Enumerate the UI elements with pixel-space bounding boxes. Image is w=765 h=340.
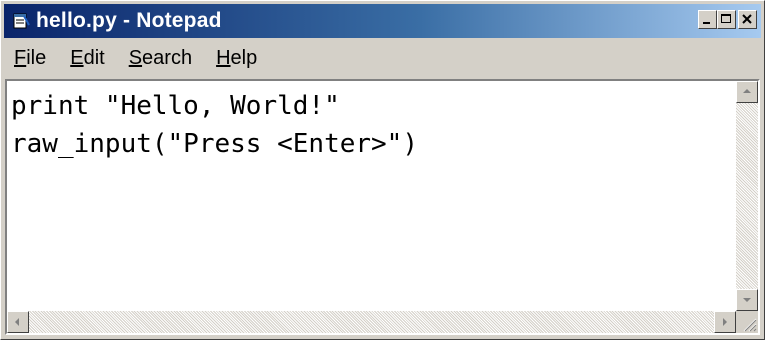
menu-file-label: ile	[26, 46, 47, 69]
menu-search[interactable]: Search	[129, 47, 192, 70]
menu-help-mnemonic: H	[216, 46, 231, 69]
vertical-scrollbar[interactable]	[736, 81, 758, 311]
menu-file-mnemonic: F	[14, 46, 27, 69]
menu-edit[interactable]: Edit	[70, 47, 104, 70]
arrow-down-icon	[743, 298, 751, 302]
text-editor[interactable]: print "Hello, World!" raw_input("Press <…	[5, 79, 760, 335]
menu-search-label: earch	[142, 46, 193, 69]
maximize-button[interactable]	[717, 10, 736, 29]
resize-grip[interactable]	[736, 311, 758, 333]
menu-edit-label: dit	[83, 46, 105, 69]
window-controls	[698, 10, 757, 29]
menu-search-mnemonic: S	[128, 46, 143, 69]
resize-grip-icon	[743, 318, 757, 332]
arrow-left-icon	[15, 318, 19, 326]
title-bar[interactable]: hello.py - Notepad	[4, 4, 761, 38]
menu-edit-mnemonic: E	[70, 46, 84, 69]
menu-help-label: elp	[230, 46, 258, 69]
scroll-down-button[interactable]	[736, 289, 758, 311]
minimize-icon	[703, 22, 710, 24]
notepad-icon[interactable]	[12, 12, 30, 30]
scroll-right-button[interactable]	[714, 311, 736, 333]
close-icon	[742, 14, 752, 24]
menu-bar: File Edit Search Help	[4, 41, 761, 75]
scroll-left-button[interactable]	[7, 311, 29, 333]
minimize-button[interactable]	[698, 10, 717, 29]
arrow-up-icon	[743, 89, 751, 93]
editor-content[interactable]: print "Hello, World!" raw_input("Press <…	[11, 87, 732, 307]
scroll-up-button[interactable]	[736, 81, 758, 103]
menu-help[interactable]: Help	[216, 47, 257, 70]
horizontal-scrollbar[interactable]	[7, 311, 736, 333]
window-title: hello.py - Notepad	[36, 9, 222, 32]
editor-line: raw_input("Press <Enter>")	[11, 129, 418, 159]
arrow-right-icon	[723, 318, 727, 326]
editor-line: print "Hello, World!"	[11, 91, 340, 121]
close-button[interactable]	[738, 10, 757, 29]
menu-file[interactable]: File	[14, 47, 46, 70]
notepad-window: hello.py - Notepad File Edit Search Help…	[0, 0, 765, 340]
maximize-icon	[721, 14, 731, 23]
